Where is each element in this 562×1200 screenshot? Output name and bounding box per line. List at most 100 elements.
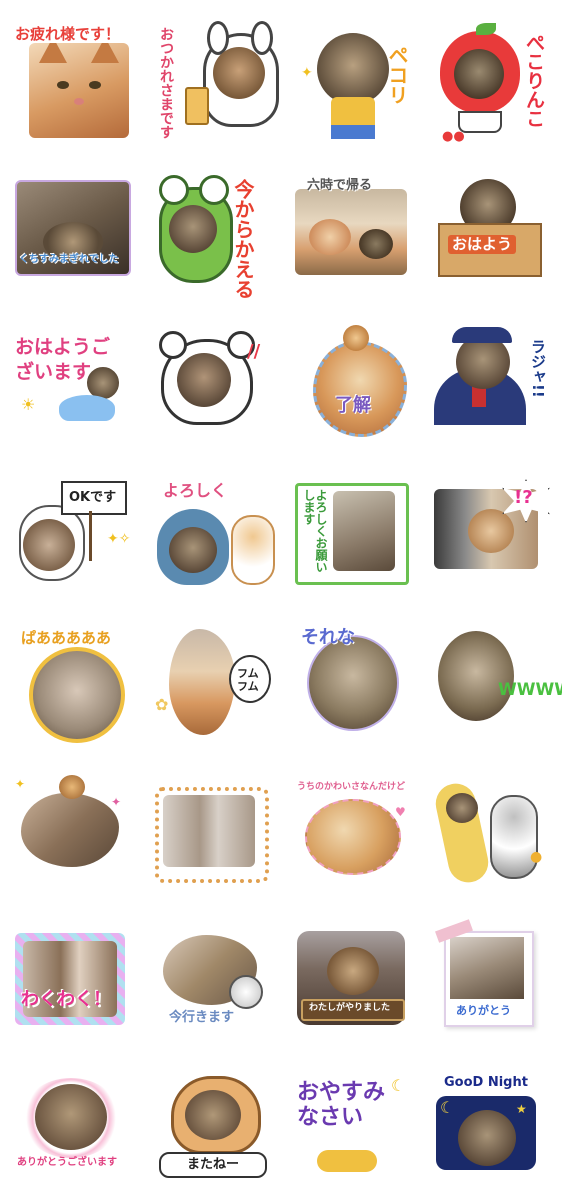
speech-bubble: フムフム xyxy=(229,655,271,703)
cat-photo xyxy=(163,795,255,867)
cat-photo xyxy=(23,519,75,571)
sticker-pekori[interactable]: ペコリ ✦ xyxy=(295,25,425,155)
sticker-imakara-kaeru[interactable]: 今からかえる xyxy=(155,175,285,305)
sparkle-icon: ✦✧ xyxy=(107,531,131,547)
cat-photo xyxy=(313,341,407,437)
cat-photo xyxy=(454,49,504,99)
sparkle-icon: ✦ xyxy=(301,65,313,81)
sticker-oyasumi[interactable]: おやすみなさい ☾ xyxy=(295,1070,425,1200)
sticker-caption: よろしくお願いします xyxy=(302,489,328,573)
cat-photo xyxy=(295,189,407,275)
kitten-illustration xyxy=(229,975,263,1009)
sticker-caption: WWWW xyxy=(498,680,562,700)
sticker-caption: GooD Night xyxy=(444,1075,528,1090)
sticker-watashi-ga-yarimashita[interactable]: わたしがやりました xyxy=(295,925,425,1055)
sticker-cats-frame[interactable]: ✦ ✦ xyxy=(15,775,145,905)
sticker-caption: おやすみなさい xyxy=(297,1080,386,1131)
cat-photo xyxy=(29,43,129,138)
sticker-caption: うちのかわいさなんだけど xyxy=(297,782,406,792)
cat-photo xyxy=(21,793,119,867)
sticker-sorena[interactable]: それな xyxy=(295,625,425,755)
cat-photo xyxy=(169,629,235,735)
ok-sign: OKです xyxy=(61,481,127,515)
moon-icon: ☾ xyxy=(440,1098,455,1117)
sticker-surprise[interactable]: !? xyxy=(430,475,560,605)
cat-photo xyxy=(450,937,524,999)
sparkle-icon: ✦ xyxy=(15,777,26,791)
sticker-kuchisumi[interactable]: くちすみまぎれでした xyxy=(15,175,145,305)
sticker-ok-desu[interactable]: OKです ✦✧ xyxy=(15,475,145,605)
sticker-yoroshiku-onegai[interactable]: よろしくお願いします xyxy=(295,475,425,605)
sticker-ohayou-gozaimasu[interactable]: おはようございます ☀ xyxy=(15,325,145,455)
sticker-caption: ありがとう xyxy=(456,1004,511,1017)
sticker-caption: ありがとうございます xyxy=(17,1157,117,1168)
cat-photo xyxy=(169,527,217,573)
sticker-pekorinko-apple[interactable]: ぺこりんこ ●● xyxy=(430,23,560,155)
cat-photo xyxy=(305,799,401,875)
kitten-illustration xyxy=(231,515,275,585)
sticker-arigatou-gozaimasu[interactable]: ありがとうございます xyxy=(15,1070,145,1200)
drink-icon xyxy=(185,87,209,125)
cat-photo xyxy=(29,647,125,743)
cat-photo xyxy=(438,631,514,721)
cat-photo xyxy=(307,635,399,731)
sticker-caption: ペコリ xyxy=(385,45,409,105)
sticker-caption: 了解 xyxy=(335,395,371,416)
sticker-caption: 今からかえる xyxy=(231,179,255,299)
flower-icon: ✿ xyxy=(155,695,169,714)
sticker-yoroshiku-shark[interactable]: よろしく xyxy=(155,475,285,605)
sticker-caption: またねー xyxy=(187,1157,240,1172)
sparkle-icon: ✦ xyxy=(111,795,122,809)
sticker-matanee[interactable]: またねー xyxy=(155,1070,285,1200)
sticker-wakuwaku[interactable]: わくわく！ xyxy=(15,925,145,1055)
sticker-caption: わたしがやりました xyxy=(309,1003,391,1013)
sticker-rokuji-kaeru[interactable]: 六時で帰る xyxy=(295,175,425,305)
cardboard-box: おはよう xyxy=(438,223,542,277)
cat-photo xyxy=(185,1090,241,1140)
sticker-caption: よろしく xyxy=(163,481,228,500)
sticker-caption: おはよう xyxy=(448,235,517,254)
apple-icon: ●● xyxy=(442,129,465,144)
kitten-illustration xyxy=(490,795,538,879)
heart-icon: ♥ xyxy=(395,805,406,819)
sticker-caption: ぺこりんこ xyxy=(523,33,545,128)
moon-icon: ☾ xyxy=(391,1076,406,1095)
sticker-flower-frame[interactable] xyxy=(155,775,285,905)
sticker-caption: おつかれさまです xyxy=(158,27,174,139)
sticker-arigatou[interactable]: ありがとう xyxy=(430,919,560,1055)
exclaim-icon: // xyxy=(247,341,261,362)
cat-photo xyxy=(317,33,389,105)
sticker-caption: 六時で帰る xyxy=(307,178,373,193)
sticker-uchino-kawaisa[interactable]: うちのかわいさなんだけど ♥ xyxy=(295,775,425,905)
sticker-otsukaresama-bunny[interactable]: おつかれさまです xyxy=(155,21,285,155)
sticker-caption: くちすみまぎれでした xyxy=(19,254,119,265)
sticker-caption: OKです xyxy=(69,490,117,505)
sticker-roger[interactable]: ラジャ!! xyxy=(430,325,560,455)
sticker-paaaa[interactable]: ぱあああああ xyxy=(15,625,145,755)
sticker-www[interactable]: WWWW xyxy=(430,625,562,755)
speech-bubble: またねー xyxy=(159,1152,267,1178)
cap-icon xyxy=(452,327,512,343)
sticker-bear-costume[interactable]: // xyxy=(155,325,285,455)
cat-photo xyxy=(456,335,510,389)
cat-photo xyxy=(446,793,478,823)
sticker-grid: お疲れ様です！ おつかれさまです ペコリ ✦ ぺこりんこ ●● くちすみまぎれで… xyxy=(0,0,562,1200)
cat-photo xyxy=(213,47,265,99)
sticker-fumufumu[interactable]: フムフム ✿ xyxy=(155,625,285,755)
kitten-photo xyxy=(343,325,369,351)
sticker-caption: それな xyxy=(301,627,355,648)
sticker-good-night[interactable]: GooD Night ☾ ★ xyxy=(430,1070,560,1200)
sticker-caption: ラジャ!! xyxy=(529,339,547,398)
sticker-ima-ikimasu[interactable]: 今行きます xyxy=(155,925,285,1055)
cat-photo xyxy=(169,205,217,253)
sticker-caption: !? xyxy=(514,487,533,508)
sticker-ebi-fry[interactable]: ● xyxy=(430,775,560,905)
sticker-caption: フムフム xyxy=(237,667,259,694)
blanket-icon xyxy=(59,395,115,421)
sticker-caption: ぱあああああ xyxy=(21,629,112,647)
sticker-ohayou-box[interactable]: おはよう xyxy=(430,175,560,305)
sticker-caption: わくわく！ xyxy=(21,989,111,1010)
sticker-otsukaresama[interactable]: お疲れ様です！ xyxy=(15,25,145,155)
sticker-caption: お疲れ様です！ xyxy=(15,25,121,43)
sticker-ryoukai[interactable]: 了解 xyxy=(295,325,425,455)
